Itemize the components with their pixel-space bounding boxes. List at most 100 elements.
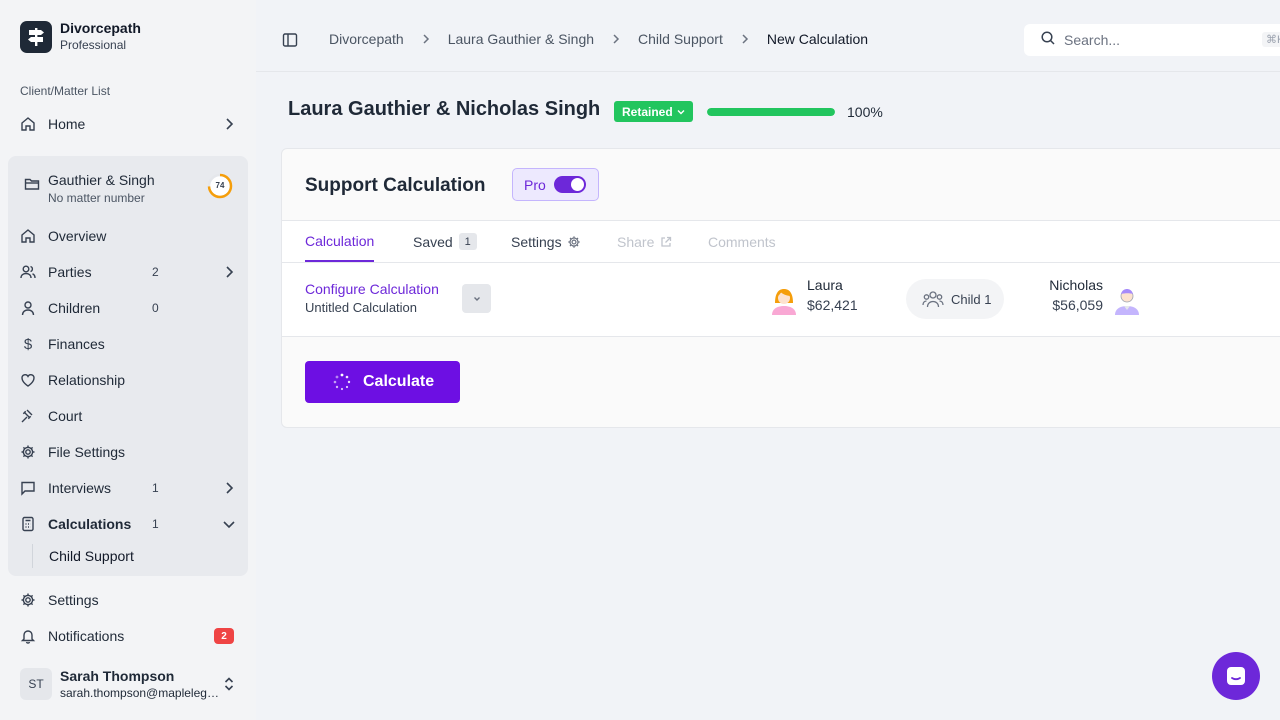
party-2-income: $56,059 — [1052, 297, 1103, 313]
bell-icon — [20, 628, 36, 644]
party-2-name: Nicholas — [1049, 277, 1103, 293]
heart-icon — [20, 372, 36, 388]
sidebar-item-file-settings[interactable]: File Settings — [20, 436, 240, 468]
sidebar-item-count: 1 — [152, 481, 159, 495]
brand[interactable]: Divorcepath Professional — [20, 20, 141, 53]
sidebar-item-interviews[interactable]: Interviews 1 — [20, 472, 240, 504]
sidebar-toggle-icon[interactable] — [282, 32, 298, 53]
calculation-name: Untitled Calculation — [305, 300, 418, 315]
brand-name: Divorcepath — [60, 20, 141, 36]
chevron-right-icon — [420, 33, 432, 45]
search-shortcut: ⌘K — [1262, 32, 1280, 47]
chevron-right-icon — [222, 265, 236, 282]
sidebar-item-count: 2 — [152, 265, 159, 279]
chevron-right-icon — [222, 481, 236, 498]
spinner-icon — [333, 373, 351, 391]
sidebar-subitem-child-support[interactable]: Child Support — [32, 544, 134, 568]
search-input[interactable] — [1064, 32, 1254, 48]
search-icon — [1040, 30, 1056, 51]
sidebar-item-label: Overview — [48, 228, 107, 244]
child-pill[interactable]: Child 1 — [906, 279, 1004, 319]
tab-label: Comments — [708, 233, 776, 250]
dollar-icon: $ — [23, 335, 33, 353]
sidebar-item-calculations[interactable]: Calculations 1 — [20, 508, 240, 540]
case-progress-bar — [707, 108, 835, 116]
configure-calculation-link[interactable]: Configure Calculation — [305, 281, 439, 297]
calculation-config-row: Configure Calculation Untitled Calculati… — [282, 262, 1280, 337]
tab-share: Share — [617, 221, 672, 262]
calculate-label: Calculate — [363, 373, 435, 390]
sidebar-item-overview[interactable]: Overview — [20, 220, 240, 252]
sidebar-item-notifications[interactable]: Notifications 2 — [20, 620, 240, 652]
sidebar-item-label: Court — [48, 408, 83, 424]
tab-settings[interactable]: Settings — [511, 221, 581, 262]
pro-toggle[interactable]: Pro — [512, 168, 599, 201]
tab-saved[interactable]: Saved 1 — [413, 221, 477, 262]
config-expand-button[interactable] — [462, 284, 491, 313]
breadcrumb-item[interactable]: Child Support — [638, 31, 723, 47]
party-1: Laura $62,421 — [807, 277, 858, 313]
breadcrumb-item[interactable]: Laura Gauthier & Singh — [448, 31, 594, 47]
folder-icon — [24, 176, 40, 197]
chevron-down-icon — [222, 517, 236, 534]
sidebar-item-children[interactable]: Children 0 — [20, 292, 240, 324]
home-icon — [20, 116, 36, 132]
tab-label: Share — [617, 233, 655, 250]
user-email: sarah.thompson@maplelegal.com — [60, 686, 220, 700]
user-name: Sarah Thompson — [60, 668, 175, 684]
page-title: Laura Gauthier & Nicholas Singh — [288, 98, 601, 120]
sidebar-item-label: Parties — [48, 264, 92, 280]
chevron-down-icon — [677, 108, 685, 116]
male-avatar-icon — [1113, 285, 1141, 320]
breadcrumb-current: New Calculation — [766, 31, 869, 47]
calculate-button[interactable]: Calculate — [305, 361, 460, 403]
sidebar-item-settings[interactable]: Settings — [20, 584, 240, 616]
case-progress-fill — [707, 108, 835, 116]
avatar: ST — [20, 668, 52, 700]
sidebar-item-label: Calculations — [48, 516, 132, 532]
tab-label: Saved — [413, 233, 453, 250]
sidebar-item-label: File Settings — [48, 444, 126, 460]
female-avatar-icon — [770, 285, 798, 320]
matter-title: Gauthier & Singh — [48, 172, 155, 188]
matter-progress-ring: 74 — [207, 173, 233, 199]
sidebar-item-parties[interactable]: Parties 2 — [20, 256, 240, 288]
user-menu[interactable]: ST Sarah Thompson sarah.thompson@maplele… — [20, 664, 240, 704]
sidebar-item-label: Relationship — [48, 372, 126, 388]
tab-comments: Comments — [708, 221, 776, 262]
case-progress-label: 100% — [847, 104, 883, 120]
sidebar-item-finances[interactable]: $ Finances — [20, 328, 240, 360]
user-icon — [20, 300, 36, 316]
party-2: Nicholas $56,059 — [1045, 277, 1103, 313]
brand-plan: Professional — [60, 38, 127, 52]
signpost-logo-icon — [20, 20, 52, 53]
users-icon — [20, 264, 36, 280]
sidebar-item-court[interactable]: Court — [20, 400, 240, 432]
sidebar-item-count: 1 — [152, 517, 159, 531]
tab-label: Settings — [511, 233, 562, 250]
breadcrumb-item[interactable]: Divorcepath — [329, 31, 404, 47]
status-label: Retained — [622, 104, 673, 119]
calculator-icon — [20, 516, 36, 532]
home-icon — [20, 228, 36, 244]
sidebar-item-relationship[interactable]: Relationship — [20, 364, 240, 396]
chat-launcher-button[interactable] — [1212, 652, 1260, 700]
sidebar-item-label: Children — [48, 300, 101, 316]
sidebar-item-home[interactable]: Home — [20, 108, 240, 140]
client-matter-list-label: Client/Matter List — [20, 84, 111, 98]
tab-label: Calculation — [305, 232, 375, 249]
search-box[interactable]: ⌘K — [1024, 24, 1280, 56]
matter-subtitle: No matter number — [48, 191, 145, 205]
matter-header[interactable]: Gauthier & Singh No matter number — [24, 172, 155, 206]
gear-icon — [20, 592, 36, 608]
matter-progress-value: 74 — [215, 181, 225, 190]
chevrons-up-down-icon — [222, 676, 236, 697]
pro-switch[interactable] — [554, 176, 586, 193]
status-dropdown[interactable]: Retained — [614, 101, 693, 122]
tab-calculation[interactable]: Calculation — [305, 221, 375, 262]
sidebar-item-label: Home — [48, 116, 86, 132]
child-label: Child 1 — [951, 291, 992, 307]
card-title: Support Calculation — [305, 175, 486, 196]
gear-icon — [567, 235, 581, 249]
notification-count-badge: 2 — [214, 628, 234, 644]
